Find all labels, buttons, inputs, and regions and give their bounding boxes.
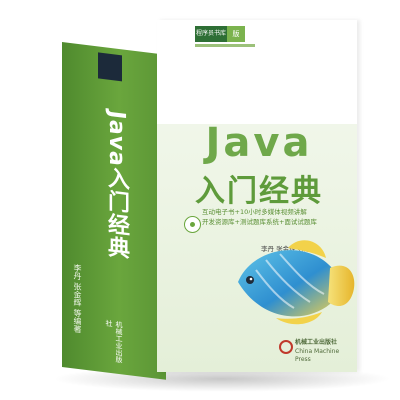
publisher-logo: 机械工业出版社 China Machine Press [279,338,349,366]
feature-line: 开发资源库+测试题库系统+面试试题库 [202,218,317,226]
spine-publisher: 机械工业出版社 [105,319,123,364]
publisher-mark-icon [279,340,293,354]
series-underline [195,44,255,47]
spine-authors: 李丹 张金辉 等编著 [73,263,82,334]
fish-illustration [238,240,355,325]
book-title-latin: Java [205,120,313,166]
book-spine: Java入门经典 李丹 张金辉 等编著 机械工业出版社 [62,42,166,380]
feature-line: 互动电子书+10小时多媒体视频讲解 [202,208,307,216]
publisher-logo-icon [98,52,122,82]
series-badge-tag: 版 [227,26,245,42]
book-title-chinese: 入门经典 [195,174,323,209]
spine-inner: Java入门经典 李丹 张金辉 等编著 机械工业出版社 [62,42,166,380]
book-shadow [52,370,392,392]
spine-title: Java入门经典 [104,109,129,261]
publisher-name-en: China Machine Press [295,348,340,363]
series-badge-label: 程序员书库 [195,26,227,42]
publisher-name-cn: 机械工业出版社 [295,339,338,346]
dvd-icon [184,216,201,233]
series-badge: 程序员书库 版 [195,26,245,42]
